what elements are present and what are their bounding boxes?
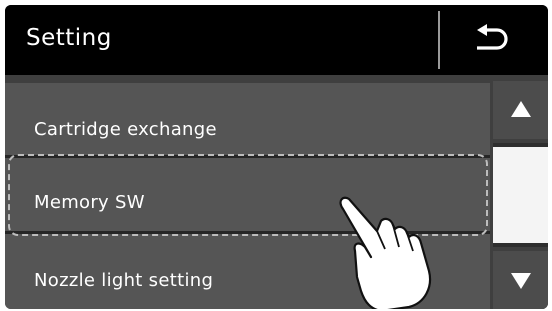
scroll-up-button[interactable] — [493, 81, 548, 139]
header-bar: Setting — [5, 5, 548, 75]
menu-item-cartridge-exchange[interactable]: Cartridge exchange — [5, 83, 490, 158]
menu-item-label: Cartridge exchange — [34, 119, 217, 140]
triangle-up-icon — [511, 101, 531, 117]
page-title: Setting — [26, 25, 112, 51]
back-arrow-icon — [477, 24, 508, 50]
scroll-down-button[interactable] — [493, 251, 548, 309]
scroll-thumb[interactable] — [493, 147, 548, 243]
scrollbar[interactable] — [490, 75, 548, 309]
pointing-hand-icon — [339, 196, 432, 309]
scroll-track[interactable] — [493, 143, 548, 247]
triangle-down-icon — [511, 273, 531, 289]
header-divider — [438, 11, 440, 69]
menu-item-label: Nozzle light setting — [34, 270, 214, 291]
back-button[interactable] — [441, 5, 548, 75]
touch-screen: Setting Cartridge exchange Memory SW Noz… — [5, 5, 548, 309]
